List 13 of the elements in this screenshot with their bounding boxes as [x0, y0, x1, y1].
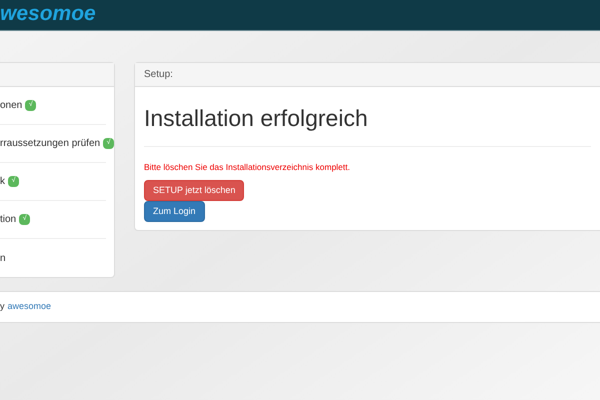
footer-text: y — [0, 300, 4, 314]
heading: Installation erfolgreich — [144, 107, 369, 130]
warning-text: Bitte löschen Sie das Installationsverzeichnis komplett. — [144, 161, 351, 174]
step-label[interactable]: tion — [0, 212, 16, 227]
panel-title: Setup: — [144, 68, 173, 82]
action-button[interactable]: SETUP jetzt löschen — [144, 180, 244, 201]
footer-link[interactable]: awesomoe — [8, 300, 52, 314]
action-button[interactable]: Zum Login — [144, 200, 205, 222]
step-label[interactable]: onen — [0, 98, 22, 113]
step-label[interactable]: rraussetzungen prüfen — [0, 136, 100, 151]
logo[interactable]: wesomoe — [0, 2, 96, 24]
step-label[interactable]: k — [0, 174, 5, 189]
step-label[interactable]: n — [0, 250, 6, 266]
